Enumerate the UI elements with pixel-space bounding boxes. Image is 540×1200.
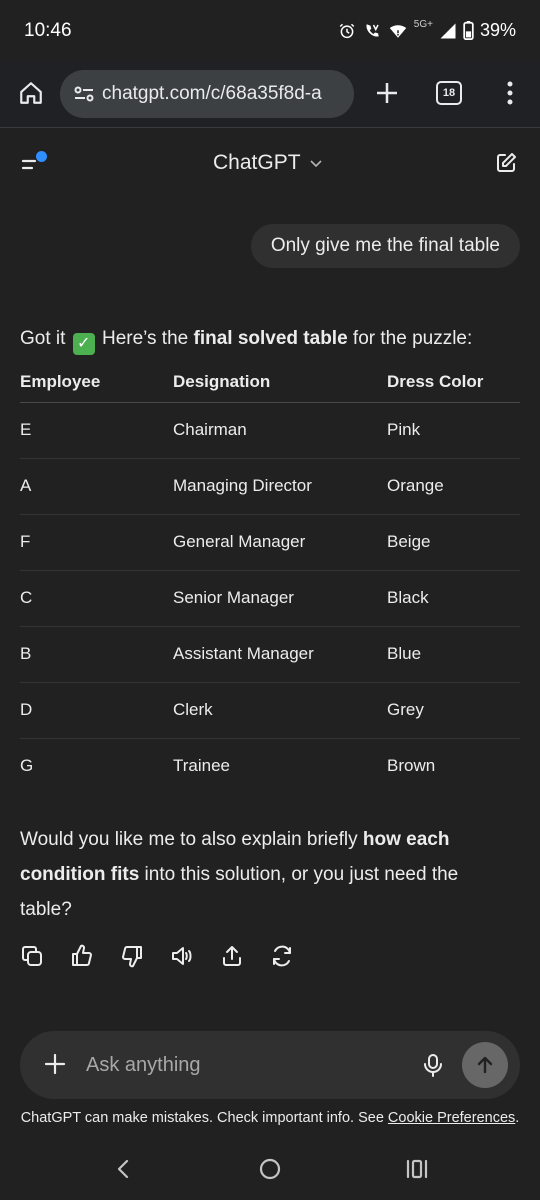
arrow-up-icon <box>477 1056 493 1074</box>
header-dress-color: Dress Color <box>387 362 520 403</box>
read-aloud-icon[interactable] <box>170 944 194 968</box>
check-mark-icon: ✓ <box>72 333 95 355</box>
more-vertical-icon <box>507 81 513 105</box>
cell-employee: C <box>20 570 173 627</box>
signal-icon <box>440 23 456 38</box>
thumbs-up-icon[interactable] <box>70 944 94 968</box>
battery-icon <box>463 21 474 40</box>
cell-employee: E <box>20 402 173 459</box>
table-row: A Managing Director Orange <box>20 458 520 515</box>
cell-color: Grey <box>387 682 520 739</box>
intro-suffix: for the puzzle: <box>347 328 473 349</box>
table-row: G Trainee Brown <box>20 738 520 794</box>
battery-percent: 39% <box>479 20 516 40</box>
disclaimer-end: . <box>515 1110 520 1126</box>
microphone-icon[interactable] <box>422 1053 444 1077</box>
assistant-followup: Would you like me to also explain briefl… <box>20 822 510 927</box>
share-icon[interactable] <box>220 944 244 968</box>
result-table: Employee Designation Dress Color E Chairm… <box>20 362 520 794</box>
table-row: B Assistant Manager Blue <box>20 626 520 683</box>
wifi-call-icon <box>366 23 379 37</box>
alarm-icon <box>339 23 355 38</box>
cell-color: Pink <box>387 402 520 459</box>
message-actions <box>20 944 294 968</box>
disclaimer: ChatGPT can make mistakes. Check importa… <box>0 1110 540 1126</box>
cell-employee: A <box>20 458 173 515</box>
ask-input[interactable] <box>86 1045 406 1085</box>
copy-icon[interactable] <box>20 944 44 968</box>
intro-prefix: Got it <box>20 328 66 349</box>
cell-employee: G <box>20 756 34 776</box>
cell-designation: Chairman <box>173 402 387 459</box>
browser-toolbar: chatgpt.com/c/68a35f8d-a 18 <box>0 62 540 128</box>
table-row: F General Manager Beige <box>20 514 520 571</box>
cell-designation: Trainee <box>173 756 231 776</box>
wifi-icon <box>389 24 407 38</box>
disclaimer-text: ChatGPT can make mistakes. Check importa… <box>20 1110 388 1126</box>
status-bar: 10:46 5G+ 39% <box>0 0 540 62</box>
url-text: chatgpt.com/c/68a35f8d-a <box>102 83 322 104</box>
model-selector[interactable]: ChatGPT <box>213 151 323 175</box>
cell-color: Blue <box>387 626 520 683</box>
cell-employee: B <box>20 626 173 683</box>
attach-plus-icon[interactable] <box>44 1053 66 1075</box>
cell-color: Black <box>387 570 520 627</box>
app-header: ChatGPT <box>0 129 540 197</box>
chevron-down-icon <box>309 160 322 168</box>
thumbs-down-icon[interactable] <box>120 944 144 968</box>
cell-designation: Clerk <box>173 682 387 739</box>
followup-prefix: Would you like me to also explain briefl… <box>20 829 363 850</box>
cell-designation: General Manager <box>173 514 387 571</box>
status-time: 10:46 <box>24 20 72 41</box>
table-row: E Chairman Pink <box>20 402 520 459</box>
home-circle-icon[interactable] <box>259 1158 281 1180</box>
new-tab-button[interactable] <box>370 76 404 110</box>
cell-color: Orange <box>387 458 520 515</box>
address-bar[interactable]: chatgpt.com/c/68a35f8d-a <box>60 70 354 118</box>
table-header-row: Employee Designation Dress Color <box>20 362 520 403</box>
send-button[interactable] <box>462 1042 508 1088</box>
cell-designation: Senior Manager <box>173 570 387 627</box>
back-icon[interactable] <box>112 1158 134 1180</box>
cell-employee: D <box>20 682 173 739</box>
regenerate-icon[interactable] <box>270 944 294 968</box>
site-settings-icon[interactable] <box>72 82 96 106</box>
network-type: 5G+ <box>413 19 433 30</box>
system-nav-bar <box>0 1140 540 1200</box>
new-chat-edit-icon[interactable] <box>494 151 518 175</box>
cell-designation: Assistant Manager <box>173 626 387 683</box>
table-row: C Senior Manager Black <box>20 570 520 627</box>
notification-dot <box>36 151 47 162</box>
browser-menu-button[interactable] <box>498 76 522 110</box>
recents-icon[interactable] <box>405 1158 429 1180</box>
cell-employee: F <box>20 514 173 571</box>
status-icons: 5G+ 39% <box>338 19 516 41</box>
user-message-bubble: Only give me the final table <box>250 224 520 268</box>
cell-color: Brown <box>387 756 436 776</box>
home-button[interactable] <box>14 76 48 110</box>
message-composer <box>20 1031 520 1099</box>
assistant-intro: Got it ✓ Here’s the final solved table f… <box>20 326 472 355</box>
cell-designation: Managing Director <box>173 458 387 515</box>
cookie-preferences-link[interactable]: Cookie Preferences <box>388 1110 515 1126</box>
plus-icon <box>377 83 397 103</box>
table-row: D Clerk Grey <box>20 682 520 739</box>
cell-color: Beige <box>387 514 520 571</box>
intro-middle: Here’s the <box>96 328 194 349</box>
header-designation: Designation <box>173 362 387 403</box>
tab-switcher-button[interactable]: 18 <box>436 81 462 105</box>
app-title-text: ChatGPT <box>213 151 301 174</box>
header-employee: Employee <box>20 362 173 403</box>
home-icon <box>20 82 42 104</box>
intro-bold: final solved table <box>193 328 348 349</box>
